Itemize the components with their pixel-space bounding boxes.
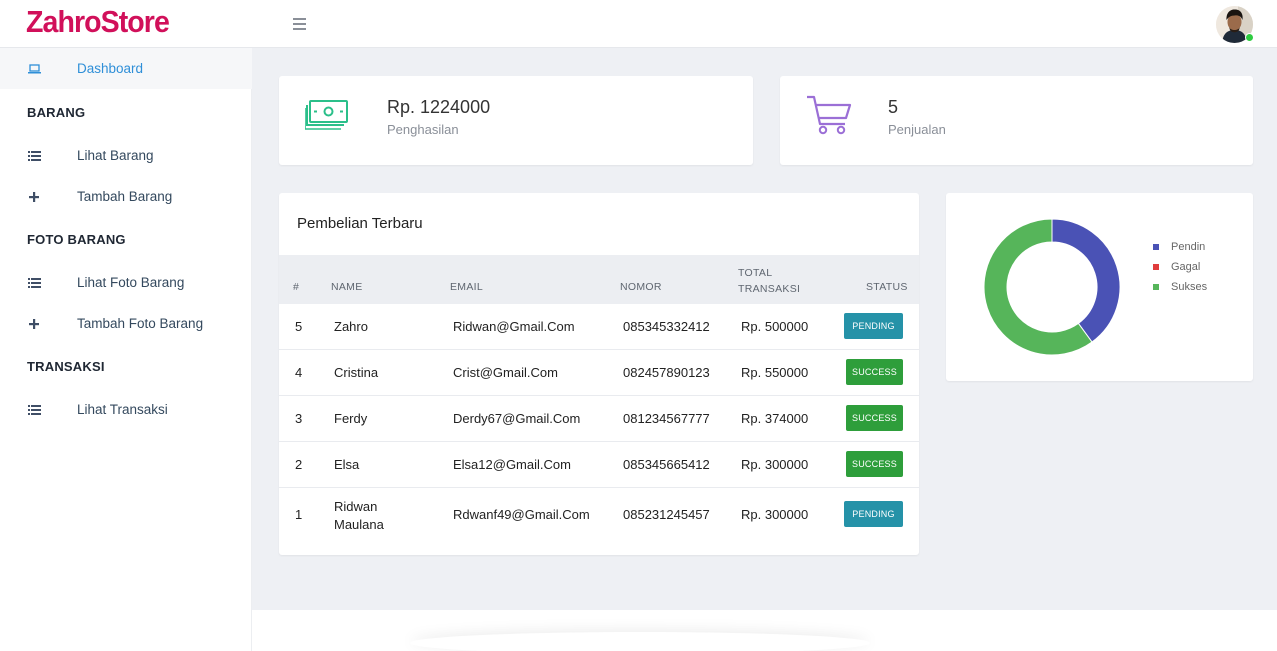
row-email: Crist@Gmail.Com: [453, 365, 558, 380]
row-email: Ridwan@Gmail.Com: [453, 319, 575, 334]
row-total: Rp. 500000: [741, 319, 809, 334]
list-icon: [27, 404, 41, 415]
sidebar-item-tambah-barang[interactable]: Tambah Barang: [0, 176, 252, 217]
table-title: Pembelian Terbaru: [297, 215, 423, 232]
row-name: Cristina: [334, 365, 379, 380]
row-number: 5: [295, 319, 303, 334]
row-total: Rp. 300000: [741, 457, 809, 472]
table-row[interactable]: 4 Cristina Crist@Gmail.Com 082457890123 …: [279, 350, 919, 396]
plus-icon: [27, 191, 41, 202]
status-chart-card: Pendin Gagal Sukses: [946, 193, 1253, 381]
row-number: 4: [295, 365, 303, 380]
row-name: Ferdy: [334, 411, 368, 426]
plus-icon: [27, 318, 41, 329]
col-header-name: NAME: [331, 281, 363, 293]
row-email: Rdwanf49@Gmail.Com: [453, 507, 590, 522]
row-name: Zahro: [334, 319, 368, 334]
row-phone: 085345665412: [623, 457, 710, 472]
sidebar-item-label: Lihat Foto Barang: [77, 275, 185, 290]
table-row[interactable]: 1 Ridwan Maulana Rdwanf49@Gmail.Com 0852…: [279, 488, 919, 542]
status-badge[interactable]: SUCCESS: [846, 359, 903, 385]
status-badge[interactable]: PENDING: [844, 313, 903, 339]
legend-label: Pendin: [1171, 241, 1206, 253]
legend-item-gagal[interactable]: Gagal: [1152, 261, 1200, 273]
money-icon: [304, 100, 349, 137]
row-number: 1: [295, 507, 303, 522]
sales-label: Penjualan: [888, 122, 946, 137]
row-phone: 085345332412: [623, 319, 710, 334]
status-badge[interactable]: SUCCESS: [846, 451, 903, 477]
col-header-status: STATUS: [866, 281, 908, 293]
legend-label: Sukses: [1171, 281, 1208, 293]
table-header: # NAME EMAIL NOMOR TOTAL TRANSAKSI STATU…: [279, 255, 919, 304]
top-bar: ZahroStore: [0, 0, 1277, 48]
status-badge[interactable]: PENDING: [844, 501, 903, 527]
online-status-dot: [1245, 33, 1254, 42]
sidebar: Dashboard BARANG Lihat Barang Tambah Bar…: [0, 48, 252, 651]
row-phone: 082457890123: [623, 365, 710, 380]
row-number: 2: [295, 457, 303, 472]
col-header-email: EMAIL: [450, 281, 484, 293]
row-total: Rp. 550000: [741, 365, 809, 380]
sidebar-item-label: Lihat Barang: [77, 148, 154, 163]
footer-shadow: [410, 632, 870, 651]
sidebar-section-transaksi: TRANSAKSI: [27, 359, 105, 374]
recent-purchases-card: Pembelian Terbaru # NAME EMAIL NOMOR TOT…: [279, 193, 919, 555]
row-email: Derdy67@Gmail.Com: [453, 411, 581, 426]
sales-card: 5 Penjualan: [780, 76, 1253, 165]
sidebar-section-barang: BARANG: [27, 105, 86, 120]
row-total: Rp. 300000: [741, 507, 809, 522]
brand-logo[interactable]: ZahroStore: [26, 4, 170, 40]
sidebar-item-lihat-barang[interactable]: Lihat Barang: [0, 135, 252, 176]
row-name: Elsa: [334, 457, 360, 472]
sales-value: 5: [888, 97, 899, 117]
sidebar-item-label: Lihat Transaksi: [77, 402, 168, 417]
legend-item-sukses[interactable]: Sukses: [1152, 281, 1207, 293]
income-label: Penghasilan: [387, 122, 459, 137]
table-row[interactable]: 3 Ferdy Derdy67@Gmail.Com 081234567777 R…: [279, 396, 919, 442]
legend-label: Gagal: [1171, 261, 1201, 273]
sidebar-item-label: Tambah Foto Barang: [77, 316, 204, 331]
legend-swatch: [1152, 283, 1160, 291]
table-row[interactable]: 2 Elsa Elsa12@Gmail.Com 085345665412 Rp.…: [279, 442, 919, 488]
income-value: Rp. 1224000: [387, 97, 491, 117]
row-phone: 081234567777: [623, 411, 710, 426]
hamburger-icon[interactable]: [293, 18, 306, 33]
row-email: Elsa12@Gmail.Com: [453, 457, 571, 472]
sidebar-item-label: Dashboard: [77, 61, 144, 76]
sidebar-item-dashboard[interactable]: Dashboard: [0, 48, 252, 89]
sidebar-section-foto-barang: FOTO BARANG: [27, 232, 126, 247]
user-avatar[interactable]: [1216, 6, 1254, 43]
status-doughnut-chart[interactable]: [982, 217, 1122, 357]
row-number: 3: [295, 411, 303, 426]
row-phone: 085231245457: [623, 507, 710, 522]
legend-item-pendin[interactable]: Pendin: [1152, 241, 1205, 253]
sidebar-item-tambah-foto-barang[interactable]: Tambah Foto Barang: [0, 303, 252, 344]
col-header-number: #: [293, 281, 300, 293]
row-name: Ridwan Maulana: [334, 499, 384, 532]
row-total: Rp. 374000: [741, 411, 809, 426]
sidebar-item-lihat-transaksi[interactable]: Lihat Transaksi: [0, 389, 252, 430]
list-icon: [27, 150, 41, 161]
sidebar-item-label: Tambah Barang: [77, 189, 173, 204]
cart-icon: [806, 94, 852, 143]
legend-swatch: [1152, 263, 1160, 271]
list-icon: [27, 277, 41, 288]
legend-swatch: [1152, 243, 1160, 251]
income-card: Rp. 1224000 Penghasilan: [279, 76, 753, 165]
sidebar-item-lihat-foto-barang[interactable]: Lihat Foto Barang: [0, 262, 252, 303]
laptop-icon: [27, 63, 41, 74]
doughnut-slice-pendin[interactable]: [1051, 218, 1121, 343]
status-badge[interactable]: SUCCESS: [846, 405, 903, 431]
col-header-total: TOTAL TRANSAKSI: [738, 267, 801, 295]
table-row[interactable]: 5 Zahro Ridwan@Gmail.Com 085345332412 Rp…: [279, 304, 919, 350]
col-header-nomor: NOMOR: [620, 281, 662, 293]
